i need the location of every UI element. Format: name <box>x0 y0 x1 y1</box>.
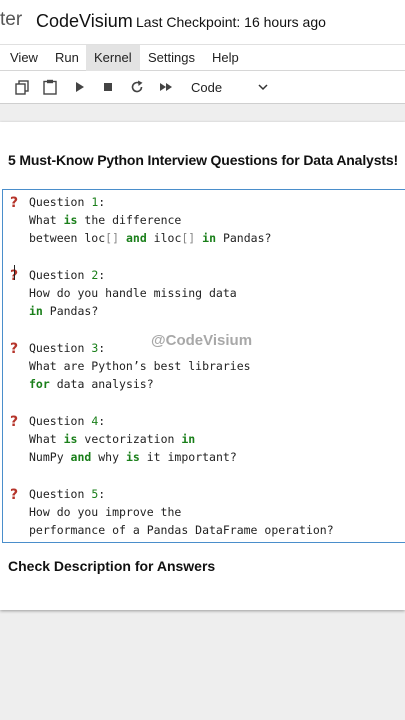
question-label-text: Question <box>29 268 92 282</box>
question-label-text: Question <box>29 414 92 428</box>
run-icon[interactable] <box>70 77 90 97</box>
cell-type-select[interactable]: Code <box>186 77 274 98</box>
copy-icon[interactable] <box>12 77 32 97</box>
markdown-footer: Check Description for Answers <box>8 558 216 574</box>
code-line: between loc[] and iloc[] in Pandas? <box>29 229 271 247</box>
markdown-heading: 5 Must-Know Python Interview Questions f… <box>8 152 398 168</box>
code-line: in Pandas? <box>29 302 98 320</box>
text-token: Pandas? <box>42 304 99 318</box>
menu-view[interactable]: View <box>2 45 46 71</box>
keyword-token: is <box>125 450 140 464</box>
keyword-token: in <box>202 231 217 245</box>
text-token: iloc <box>146 231 182 245</box>
keyword-token: is <box>63 432 78 446</box>
keyword-token: is <box>63 213 78 227</box>
text-cursor <box>14 265 15 280</box>
question-label-text: Question <box>29 195 92 209</box>
code-line: performance of a Pandas DataFrame operat… <box>29 521 334 539</box>
text-token: What are Python’s best libraries <box>29 359 251 373</box>
text-token: data analysis? <box>49 377 154 391</box>
watermark: @CodeVisium <box>151 332 253 349</box>
keyword-token: in <box>29 304 43 318</box>
menu-run[interactable]: Run <box>47 45 87 71</box>
keyword-token: for <box>29 377 50 391</box>
notebook-title[interactable]: CodeVisium <box>36 11 133 32</box>
question-label-text: Question <box>29 487 92 501</box>
bracket-token: [] <box>105 231 120 245</box>
menu-help[interactable]: Help <box>204 45 247 71</box>
text-token: performance of a Pandas DataFrame operat… <box>29 523 334 537</box>
question-colon: : <box>98 195 106 209</box>
code-line: NumPy and why is it important? <box>29 448 237 466</box>
question-colon: : <box>98 414 106 428</box>
question-mark-icon: ? <box>10 341 19 357</box>
fast-forward-icon[interactable] <box>156 77 176 97</box>
text-token: What <box>29 432 64 446</box>
question-label: Question 1: <box>29 193 105 211</box>
question-label: Question 5: <box>29 485 105 503</box>
text-token: the difference <box>77 213 182 227</box>
stop-icon[interactable] <box>98 77 118 97</box>
question-mark-icon: ? <box>10 414 19 430</box>
text-token: Pandas? <box>216 231 272 245</box>
question-colon: : <box>98 341 106 355</box>
question-label-text: Question <box>29 341 92 355</box>
question-colon: : <box>98 268 106 282</box>
question-label: Question 4: <box>29 412 105 430</box>
top-header: ter CodeVisium Last Checkpoint: 16 hours… <box>0 0 405 44</box>
code-line: for data analysis? <box>29 375 154 393</box>
text-token: How do you handle missing data <box>29 286 237 300</box>
text-token: why <box>91 450 126 464</box>
notebook-panel: 5 Must-Know Python Interview Questions f… <box>0 122 405 610</box>
code-line: How do you improve the <box>29 503 181 521</box>
text-token: vectorization <box>77 432 182 446</box>
question-mark-icon: ? <box>10 487 19 503</box>
keyword-token: and <box>70 450 92 464</box>
text-token: NumPy <box>29 450 71 464</box>
menu-settings[interactable]: Settings <box>140 45 203 71</box>
code-line: How do you handle missing data <box>29 284 237 302</box>
code-line: What is vectorization in <box>29 430 195 448</box>
text-token: between loc <box>29 231 106 245</box>
chevron-down-icon <box>258 77 268 104</box>
code-line: What is the difference <box>29 211 181 229</box>
checkpoint-status: Last Checkpoint: 16 hours ago <box>136 14 326 30</box>
bracket-token: [] <box>181 231 196 245</box>
cell-type-value: Code <box>191 80 223 95</box>
app-logo-fragment: ter <box>0 9 23 30</box>
text-token: it important? <box>139 450 237 464</box>
menu-bar: View Run Kernel Settings Help <box>0 44 405 71</box>
paste-icon[interactable] <box>40 77 60 97</box>
text-token: What <box>29 213 64 227</box>
menu-kernel[interactable]: Kernel <box>86 45 140 71</box>
keyword-token: and <box>125 231 147 245</box>
text-token: How do you improve the <box>29 505 182 519</box>
question-mark-icon: ? <box>10 195 19 211</box>
notebook-toolbar: Code <box>0 71 405 104</box>
keyword-token: in <box>181 432 196 446</box>
question-colon: : <box>98 487 106 501</box>
code-cell[interactable]: ? Question 1: What is the difference betwee… <box>2 189 405 543</box>
question-label: Question 3: <box>29 339 105 357</box>
restart-icon[interactable] <box>127 77 147 97</box>
question-label: Question 2: <box>29 266 105 284</box>
code-line: What are Python’s best libraries <box>29 357 251 375</box>
